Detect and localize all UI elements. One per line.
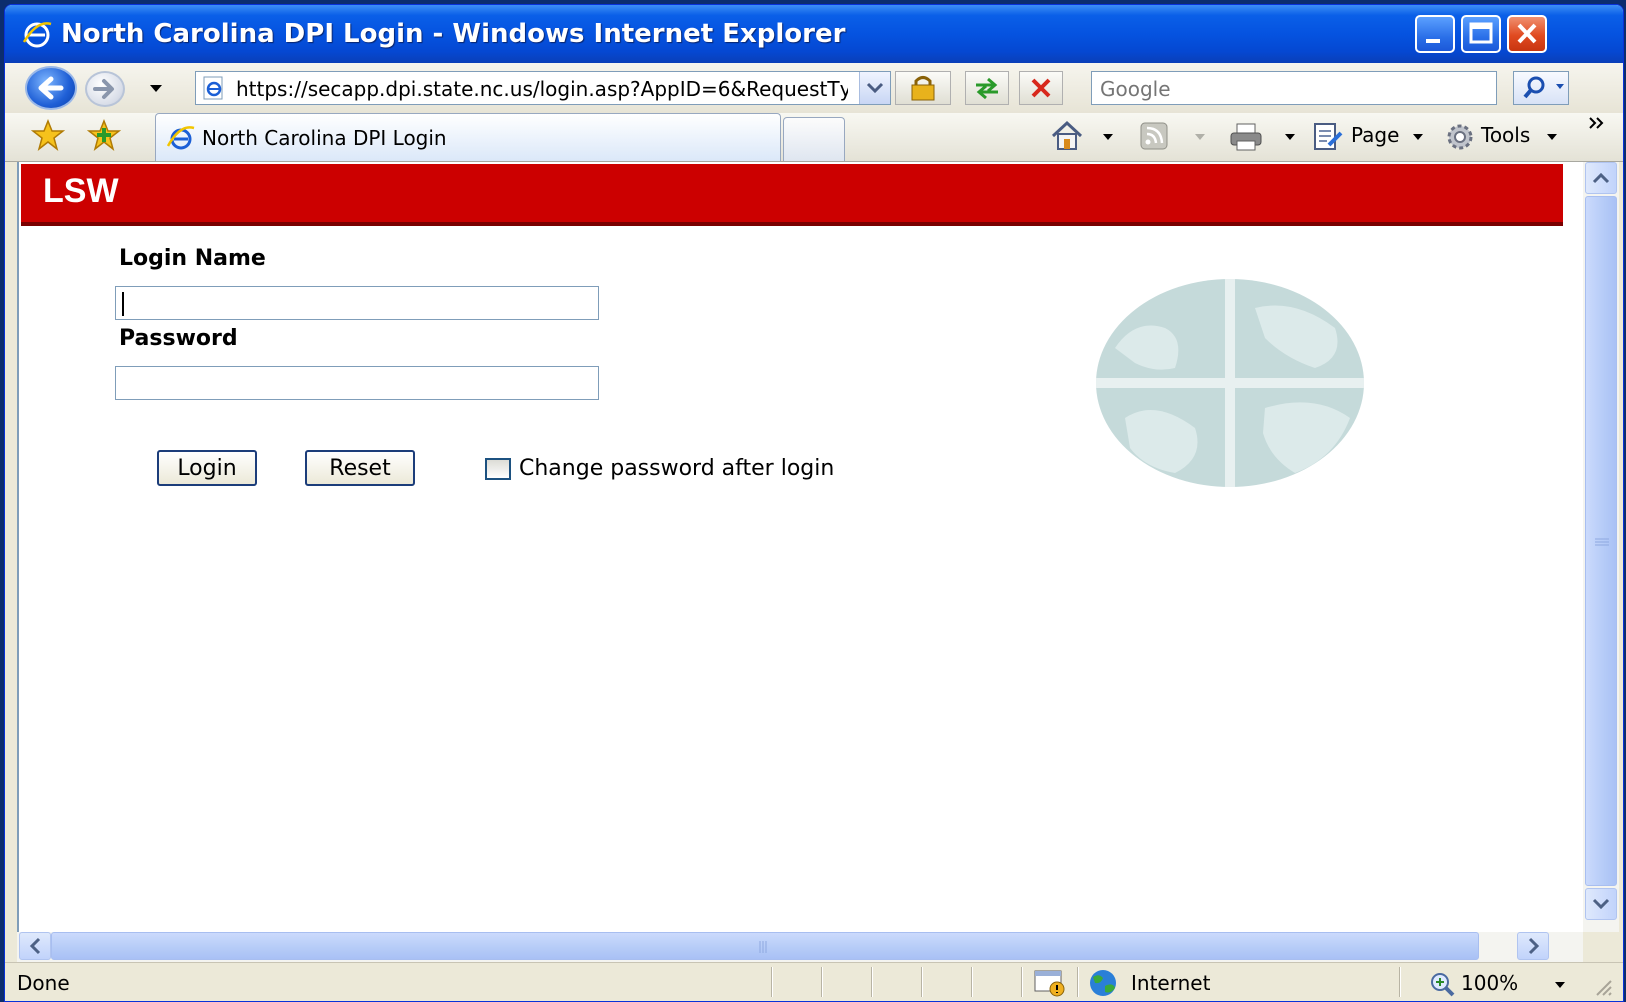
change-password-label[interactable]: Change password after login xyxy=(519,456,834,481)
minimize-button[interactable] xyxy=(1415,15,1455,53)
refresh-button[interactable] xyxy=(965,71,1009,105)
stop-icon xyxy=(1031,78,1051,98)
lock-icon xyxy=(911,76,935,101)
status-divider xyxy=(821,967,823,997)
zoom-level[interactable]: 100% xyxy=(1461,971,1518,995)
status-divider xyxy=(1021,967,1023,997)
page-menu[interactable]: Page xyxy=(1351,123,1399,147)
status-divider xyxy=(871,967,873,997)
tab-label: North Carolina DPI Login xyxy=(202,126,447,150)
maximize-button[interactable] xyxy=(1461,15,1501,53)
search-box[interactable] xyxy=(1091,71,1497,105)
address-bar[interactable]: https://secapp.dpi.state.nc.us/login.asp… xyxy=(195,71,891,105)
feeds-dropdown[interactable] xyxy=(1193,131,1207,143)
chevron-down-icon xyxy=(1592,898,1610,910)
login-name-input[interactable] xyxy=(115,286,599,320)
tools-menu[interactable]: Tools xyxy=(1481,123,1530,147)
new-tab-button[interactable] xyxy=(783,117,845,161)
more-commands-chevron-icon[interactable] xyxy=(1587,113,1607,133)
search-icon xyxy=(1523,76,1564,99)
grip-icon xyxy=(1595,538,1609,546)
ie-page-icon xyxy=(203,76,223,100)
page-viewport: LSW Login Name Password Login Reset Chan… xyxy=(17,162,1583,932)
status-divider xyxy=(771,967,773,997)
scroll-down-button[interactable] xyxy=(1585,888,1617,920)
status-divider xyxy=(921,967,923,997)
status-divider xyxy=(971,967,973,997)
maximize-icon xyxy=(1469,22,1493,44)
print-icon[interactable] xyxy=(1227,121,1267,153)
address-dropdown-button[interactable] xyxy=(859,72,890,104)
login-name-label: Login Name xyxy=(119,246,266,271)
password-label: Password xyxy=(119,326,238,351)
globe-watermark-icon xyxy=(1096,279,1364,487)
zoom-dropdown[interactable] xyxy=(1553,979,1567,991)
favorites-star-icon[interactable] xyxy=(31,119,65,151)
feeds-icon[interactable] xyxy=(1139,121,1171,151)
banner-title: LSW xyxy=(43,172,119,210)
forward-button[interactable] xyxy=(85,71,125,107)
forward-arrow-icon xyxy=(93,79,114,99)
command-bar: North Carolina DPI Login Page Tools xyxy=(5,113,1623,162)
vertical-scrollbar[interactable] xyxy=(1583,162,1619,932)
zoom-icon xyxy=(1431,973,1455,997)
chevron-down-icon xyxy=(866,82,884,94)
header-banner: LSW xyxy=(21,164,1563,226)
login-button[interactable]: Login xyxy=(157,450,257,486)
protected-mode-warning-icon[interactable] xyxy=(1033,969,1069,997)
page-dropdown[interactable] xyxy=(1411,131,1425,143)
stop-button[interactable] xyxy=(1019,71,1063,105)
password-input[interactable] xyxy=(115,366,599,400)
back-arrow-icon xyxy=(38,76,64,100)
browser-window: North Carolina DPI Login - Windows Inter… xyxy=(4,4,1624,1002)
add-favorites-icon[interactable] xyxy=(87,119,121,151)
chevron-left-icon xyxy=(29,937,41,955)
horizontal-scrollbar[interactable] xyxy=(17,932,1583,962)
security-report-button[interactable] xyxy=(895,71,951,105)
tab-north-carolina-dpi-login[interactable]: North Carolina DPI Login xyxy=(155,113,781,161)
search-input[interactable] xyxy=(1098,74,1482,104)
minimize-icon xyxy=(1426,39,1440,43)
status-divider xyxy=(1077,967,1079,997)
scroll-left-button[interactable] xyxy=(19,932,51,960)
close-icon xyxy=(1517,23,1537,44)
search-button[interactable] xyxy=(1513,71,1569,105)
grip-icon xyxy=(759,941,767,953)
tools-gear-icon xyxy=(1447,124,1473,150)
scroll-up-button[interactable] xyxy=(1585,162,1617,194)
page-icon xyxy=(1314,123,1343,150)
horizontal-scroll-thumb[interactable] xyxy=(51,932,1479,960)
resize-grip-icon[interactable] xyxy=(1593,977,1613,997)
change-password-checkbox[interactable] xyxy=(485,458,511,480)
vertical-scroll-thumb[interactable] xyxy=(1585,196,1617,886)
back-button[interactable] xyxy=(25,66,77,110)
refresh-icon xyxy=(976,77,998,100)
status-divider xyxy=(1399,967,1401,997)
navigation-bar: https://secapp.dpi.state.nc.us/login.asp… xyxy=(5,63,1623,113)
title-bar[interactable]: North Carolina DPI Login - Windows Inter… xyxy=(5,5,1623,63)
status-bar: Done Internet 100% xyxy=(5,962,1623,1001)
globe-icon xyxy=(1090,970,1116,996)
close-button[interactable] xyxy=(1507,15,1547,53)
text-caret xyxy=(122,292,124,316)
recent-pages-dropdown[interactable] xyxy=(148,81,164,95)
reset-button[interactable]: Reset xyxy=(305,450,415,486)
print-dropdown[interactable] xyxy=(1283,131,1297,143)
security-zone[interactable]: Internet xyxy=(1131,971,1210,995)
tools-dropdown[interactable] xyxy=(1545,131,1559,143)
scroll-right-button[interactable] xyxy=(1517,932,1549,960)
home-dropdown[interactable] xyxy=(1101,131,1115,143)
chevron-right-icon xyxy=(1528,937,1540,955)
ie-icon xyxy=(22,22,52,48)
window-title: North Carolina DPI Login - Windows Inter… xyxy=(61,19,846,49)
status-text: Done xyxy=(17,971,70,995)
address-text[interactable]: https://secapp.dpi.state.nc.us/login.asp… xyxy=(236,77,848,101)
home-icon[interactable] xyxy=(1049,119,1089,153)
chevron-up-icon xyxy=(1592,172,1610,184)
ie-icon xyxy=(166,126,195,150)
